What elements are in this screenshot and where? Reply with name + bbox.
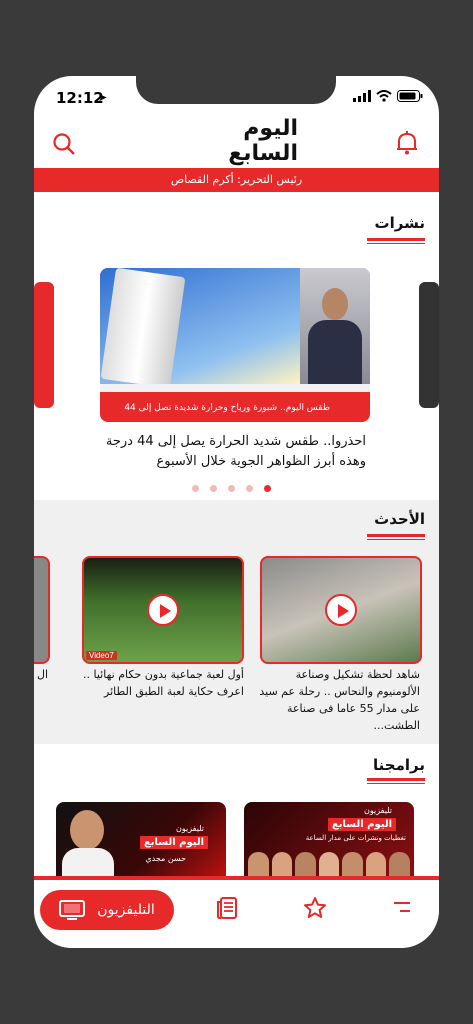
tv-button[interactable]: التليفزيون: [40, 890, 174, 930]
section-underline: [367, 238, 425, 241]
hero-info-strip: [100, 384, 370, 392]
video-title[interactable]: أول لعبة جماعية بدون حكام نهائيا .. اعرف…: [74, 666, 244, 700]
play-icon[interactable]: [325, 594, 357, 626]
editor-bar: رئيس التحرير: أكرم القصاص: [34, 168, 439, 192]
play-icon[interactable]: [147, 594, 179, 626]
wifi-icon: [376, 90, 392, 102]
program-card[interactable]: تليفزيون اليوم السابع حسن مجدي: [56, 802, 226, 876]
tv-button-label: التليفزيون: [97, 902, 155, 918]
video-badge: Video7: [86, 651, 117, 660]
news-icon[interactable]: [216, 896, 238, 920]
location-icon: ➤: [98, 91, 108, 104]
program-host-face: [70, 810, 104, 850]
section-underline: [367, 778, 425, 781]
carousel-dot[interactable]: [228, 485, 235, 492]
tv-icon: [59, 900, 86, 920]
section-underline: [367, 534, 425, 537]
carousel-dot[interactable]: [210, 485, 217, 492]
news-anchor-image: [300, 268, 370, 384]
program-brand: اليوم السابع: [327, 818, 396, 831]
search-icon[interactable]: [52, 132, 76, 156]
menu-icon[interactable]: [390, 900, 412, 916]
program-brand: اليوم السابع: [139, 836, 208, 849]
section-title-programs: برامجنا: [373, 756, 425, 774]
video-card[interactable]: [260, 556, 422, 664]
video-title[interactable]: ال الش لحم: [34, 666, 48, 683]
carousel-dots: [192, 485, 271, 492]
star-icon[interactable]: [303, 896, 327, 920]
carousel-dot-active[interactable]: [264, 485, 271, 492]
program-brand-small: تليفزيون: [364, 806, 392, 815]
battery-icon: [397, 90, 423, 102]
bottom-navigation: التليفزيون: [34, 876, 439, 948]
section-underline-thin: [367, 783, 425, 784]
program-subtitle: حسن مجدي: [145, 854, 186, 863]
status-bar: 12:12 ➤: [34, 76, 439, 120]
program-card[interactable]: تليفزيون اليوم السابع تغطيات ونشرات على …: [244, 802, 414, 876]
app-header: اليوم السابع: [34, 116, 439, 168]
bulletin-hero-card[interactable]: طقس اليوم.. شبورة ورياح وحرارة شديدة تصل…: [100, 268, 370, 422]
bell-icon[interactable]: [395, 130, 419, 156]
program-hosts-image: [248, 852, 411, 876]
video-card[interactable]: [34, 556, 50, 664]
program-brand-small: تليفزيون: [176, 824, 204, 833]
hero-headline[interactable]: احذروا.. طقس شديد الحرارة يصل إلى 44 درج…: [104, 432, 366, 472]
signal-icon: [353, 90, 371, 102]
program-host-body: [62, 848, 114, 876]
carousel-card-next[interactable]: [419, 282, 439, 408]
phone-screen: 12:12 ➤ اليوم السابع رئيس التحرير: أكرم …: [34, 76, 439, 948]
video-title[interactable]: شاهد لحظة تشكيل وصناعة الألومنيوم والنحا…: [250, 666, 420, 734]
carousel-dot[interactable]: [192, 485, 199, 492]
carousel-card-prev[interactable]: [34, 282, 54, 408]
video-card[interactable]: Video7: [82, 556, 244, 664]
section-title-latest: الأحدث: [374, 510, 425, 528]
section-underline-thin: [367, 243, 425, 244]
carousel-dot[interactable]: [246, 485, 253, 492]
app-logo[interactable]: اليوم السابع: [174, 116, 299, 166]
hero-image-caption: طقس اليوم.. شبورة ورياح وحرارة شديدة تصل…: [124, 403, 330, 413]
section-underline-thin: [367, 539, 425, 540]
program-subtitle: تغطيات ونشرات على مدار الساعة: [305, 834, 406, 842]
section-title-bulletins: نشرات: [374, 214, 425, 232]
status-time: 12:12: [56, 89, 104, 107]
